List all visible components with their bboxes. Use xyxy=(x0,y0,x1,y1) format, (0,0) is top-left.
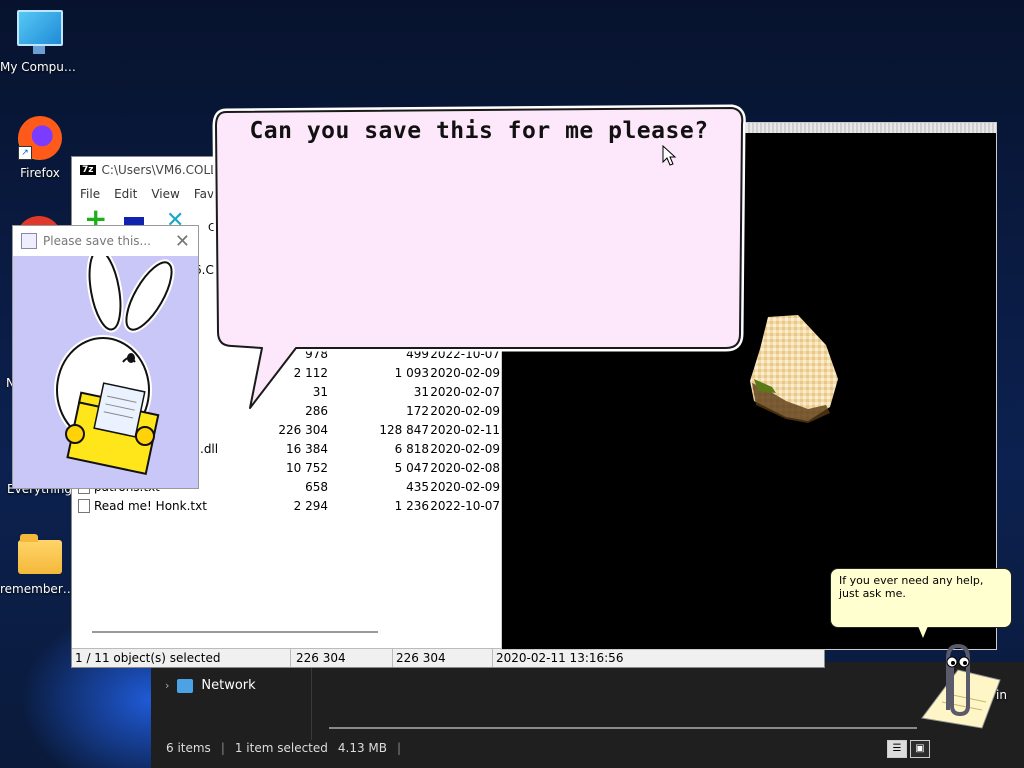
mouse-cursor-icon xyxy=(662,145,677,166)
tip-tail xyxy=(918,626,928,638)
speech-balloon-text: Can you save this for me please? xyxy=(249,118,709,144)
speech-balloon xyxy=(212,104,746,412)
clippy-paperclip-icon[interactable] xyxy=(912,640,1002,730)
desktop-icon-partial-label: in xyxy=(996,688,1007,702)
assistant-tip-text: If you ever need any help, just ask me. xyxy=(839,574,984,600)
assistant-tip-bubble[interactable]: If you ever need any help, just ask me. xyxy=(830,568,1012,628)
